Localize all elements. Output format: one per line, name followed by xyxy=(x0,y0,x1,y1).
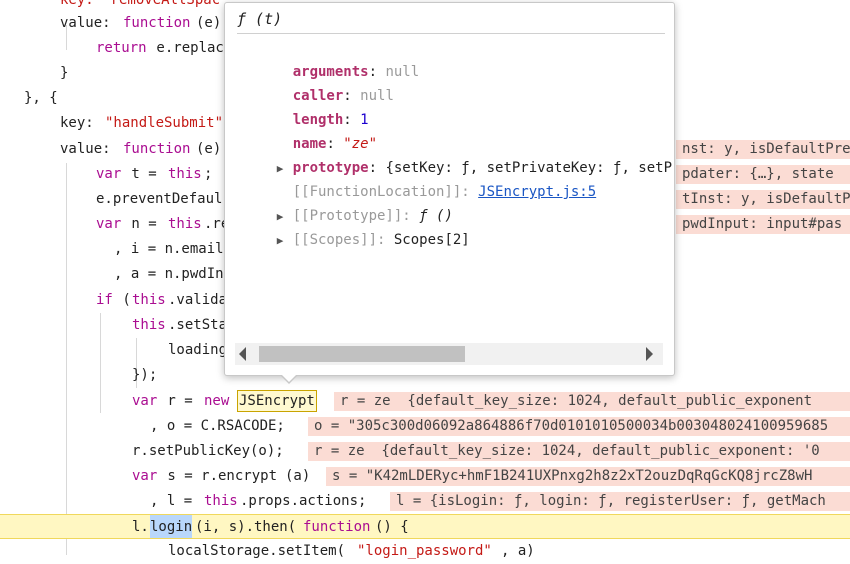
code-text: .props.actions; xyxy=(240,493,367,509)
code-keyword: function xyxy=(123,141,191,157)
code-text: l. xyxy=(132,519,149,535)
code-text: () { xyxy=(375,519,409,535)
jsencrypt-hover-token[interactable]: JSEncrypt xyxy=(237,390,317,412)
property-key: [[Scopes]] xyxy=(292,232,378,248)
code-text: ; xyxy=(204,166,213,182)
code-text: , o = C.RSACODE; xyxy=(150,418,285,434)
inline-value-t: pdater: {…}, state xyxy=(676,165,850,184)
function-location-link[interactable]: JSEncrypt.js:5 xyxy=(478,184,596,200)
property-row-name: name: "ze" xyxy=(292,136,378,152)
code-text: (a) xyxy=(285,464,310,489)
code-text: }); xyxy=(132,367,158,383)
code-text: n = xyxy=(123,216,166,232)
popover-pointer-fill xyxy=(281,374,297,382)
code-text: , i = n.email xyxy=(114,241,224,257)
code-line: , l = this .props.actions; l = {isLogin:… xyxy=(0,489,850,514)
code-keyword: this xyxy=(132,292,166,308)
code-keyword: var xyxy=(132,468,158,484)
scrollbar-thumb[interactable] xyxy=(259,346,465,362)
code-keyword: var xyxy=(96,166,122,182)
code-keyword: var xyxy=(96,216,122,232)
code-keyword: return xyxy=(96,40,147,56)
code-text: , a) xyxy=(501,543,535,559)
inline-value-r: r = ze {default_key_size: 1024, default_… xyxy=(308,442,850,461)
code-keyword: if xyxy=(96,292,113,308)
code-text: (i, s).then( xyxy=(195,519,297,535)
inline-value-s: s = "K42mLDERyc+hmF1B241UXPnxg2h8z2xT2ou… xyxy=(326,467,850,486)
code-text: , l = xyxy=(150,493,201,509)
code-text: value: xyxy=(60,141,120,157)
popover-header: ƒ (t) xyxy=(237,5,665,34)
code-keyword: this xyxy=(204,493,238,509)
code-keyword: this xyxy=(168,166,202,182)
inline-value-o: o = "305c300d06092a864886f70d01010105000… xyxy=(308,417,850,436)
code-text: key: xyxy=(60,115,103,131)
code-line: var r = new JSEncrypt r = ze {default_ke… xyxy=(0,389,850,414)
execution-line: l. login (i, s).then( function () { xyxy=(0,514,850,539)
code-text: .valida xyxy=(168,292,228,308)
property-value: Scopes[2] xyxy=(393,232,470,248)
code-keyword: var xyxy=(132,393,158,409)
code-text: value: xyxy=(60,15,120,31)
code-line: var s = r.encrypt (a) s = "K42mLDERyc+hm… xyxy=(0,464,850,489)
inline-value-l: l = {isLogin: ƒ, login: ƒ, registerUser:… xyxy=(390,492,850,511)
property-row-length: length: 1 xyxy=(292,112,369,128)
scroll-right-arrow-icon[interactable] xyxy=(646,347,653,361)
code-text: e.replac xyxy=(148,40,224,56)
property-row-prototype[interactable]: ▶ prototype: {setKey: ƒ, setPrivateKey: ƒ… xyxy=(243,132,672,176)
property-row-arguments: arguments: null xyxy=(292,64,420,80)
code-text: localStorage.setItem( xyxy=(168,543,346,559)
code-text: r = xyxy=(159,393,202,409)
code-text: e.preventDefaul xyxy=(96,191,223,207)
property-row-proto[interactable]: ▶ [[Prototype]]: ƒ () xyxy=(243,180,453,224)
inline-value-r: r = ze {default_key_size: 1024, default_… xyxy=(334,392,850,411)
code-string: "handleSubmit" xyxy=(105,115,224,131)
code-text: , a = n.pwdIn xyxy=(114,266,224,282)
code-text: s = r.encrypt xyxy=(159,468,278,484)
code-text: }, { xyxy=(24,90,58,106)
code-keyword: this xyxy=(132,317,166,333)
code-text: } xyxy=(60,65,69,81)
property-row-function-location: [[FunctionLocation]]: JSEncrypt.js:5 xyxy=(292,184,597,200)
object-preview-popover: ƒ (t) arguments: null caller: null lengt… xyxy=(224,2,675,376)
code-line: r.setPublicKey(o); r = ze {default_key_s… xyxy=(0,439,850,464)
expand-triangle-icon[interactable]: ▶ xyxy=(277,229,293,253)
code-text: ( xyxy=(114,292,131,308)
code-text: (e) xyxy=(196,141,222,157)
inline-value-e: nst: y, isDefaultPrev xyxy=(676,140,850,159)
code-string: "login_password" xyxy=(357,543,492,559)
property-row-scopes[interactable]: ▶ [[Scopes]]: Scopes[2] xyxy=(243,204,470,248)
code-line: , o = C.RSACODE; o = "305c300d06092a8648… xyxy=(0,414,850,439)
code-text: r.setPublicKey(o); xyxy=(132,443,284,459)
scroll-left-arrow-icon[interactable] xyxy=(239,347,246,361)
code-text: .setSta xyxy=(168,317,228,333)
code-keyword: this xyxy=(168,216,202,232)
login-token[interactable]: login xyxy=(150,515,193,538)
code-text: (e) xyxy=(196,15,222,31)
code-keyword: function xyxy=(123,15,191,31)
inline-value-e: tInst: y, isDefaultP xyxy=(676,190,850,209)
code-keyword: function xyxy=(303,519,371,535)
inline-value-n: pwdInput: input#pas xyxy=(676,215,850,234)
code-text: loading xyxy=(168,342,228,358)
code-line: localStorage.setItem( "login_password" ,… xyxy=(0,539,850,564)
code-keyword: new xyxy=(204,393,230,409)
property-row-caller: caller: null xyxy=(292,88,394,104)
horizontal-scrollbar[interactable] xyxy=(235,343,663,365)
code-text: t = xyxy=(123,166,166,182)
